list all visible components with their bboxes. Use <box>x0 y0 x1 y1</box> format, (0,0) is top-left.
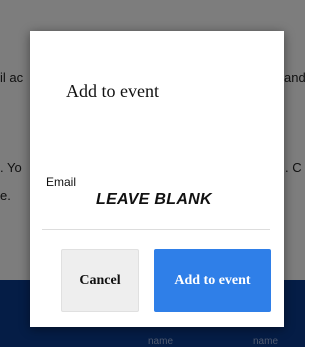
divider <box>42 229 270 230</box>
email-value: LEAVE BLANK <box>96 191 212 208</box>
email-label: Email <box>46 175 77 189</box>
add-to-event-dialog: Add to event Email LEAVE BLANK Cancel Ad… <box>30 31 284 327</box>
dialog-title: Add to event <box>66 81 159 101</box>
cancel-button[interactable]: Cancel <box>61 249 139 312</box>
add-to-event-button[interactable]: Add to event <box>154 249 271 312</box>
